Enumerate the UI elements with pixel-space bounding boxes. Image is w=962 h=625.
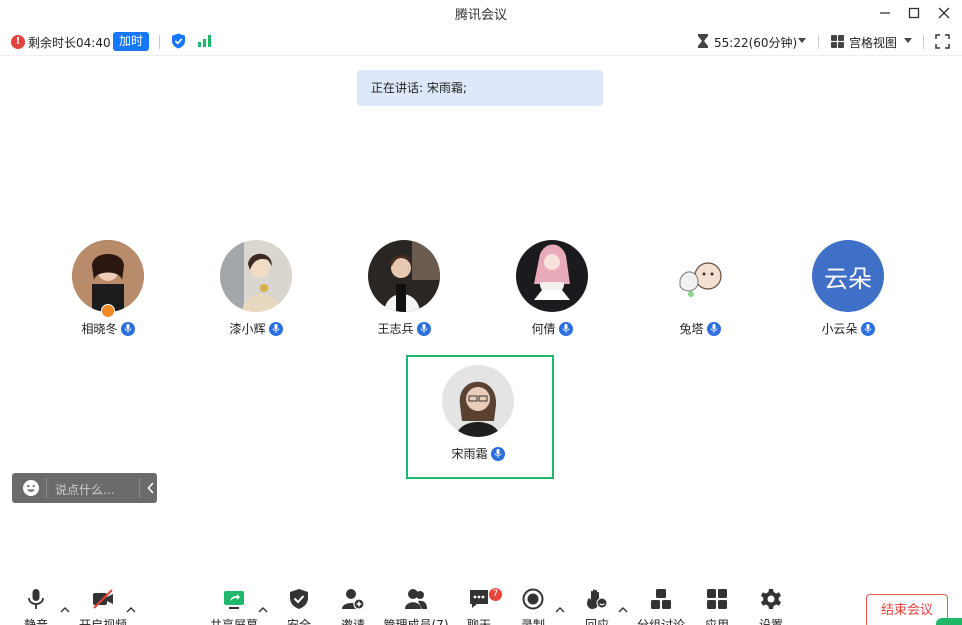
record-button[interactable]: 录制 bbox=[503, 588, 563, 625]
meeting-timer[interactable]: 55:22(60分钟) bbox=[714, 34, 797, 51]
mic-icon bbox=[416, 321, 431, 336]
participant-tile[interactable]: 宋雨霜 bbox=[418, 365, 538, 475]
apps-button[interactable]: 应用 bbox=[687, 588, 747, 625]
divider bbox=[46, 478, 47, 498]
participant-tile[interactable]: 兔塔 bbox=[640, 240, 760, 350]
collapse-icon[interactable] bbox=[147, 482, 155, 494]
minimize-button[interactable] bbox=[874, 2, 896, 24]
participant-name: 小云朵 bbox=[821, 322, 858, 336]
record-icon bbox=[522, 588, 544, 610]
chat-unread-badge: 7 bbox=[489, 588, 502, 601]
mic-icon bbox=[120, 321, 135, 336]
add-user-icon bbox=[342, 589, 364, 610]
participant-avatar bbox=[442, 365, 514, 437]
remaining-time: 剩余时长04:40 bbox=[28, 36, 111, 50]
timer-dropdown-icon[interactable] bbox=[798, 38, 806, 43]
host-badge-icon bbox=[101, 304, 115, 318]
participant-avatar bbox=[664, 240, 736, 312]
divider bbox=[818, 35, 819, 49]
participant-tile[interactable]: 漆小辉 bbox=[196, 240, 316, 350]
active-speaker-banner: 正在讲话: 宋雨霜; bbox=[357, 70, 603, 106]
participant-tile[interactable]: 云朵 小云朵 bbox=[788, 240, 908, 350]
fullscreen-icon[interactable] bbox=[935, 34, 950, 49]
participant-avatar bbox=[72, 240, 144, 312]
mute-button[interactable]: 静音 bbox=[6, 588, 66, 625]
bottom-toolbar: 静音 开启视频 共享屏幕 安全 邀请 管理成员(7) 聊天 7 录制 回应 分组… bbox=[0, 578, 962, 625]
participant-name: 相晓冬 bbox=[81, 322, 118, 336]
breakout-rooms-button[interactable]: 分组讨论 bbox=[631, 588, 691, 625]
hourglass-icon bbox=[698, 34, 708, 48]
mute-options-chevron-icon[interactable] bbox=[60, 606, 70, 614]
close-button[interactable] bbox=[933, 2, 955, 24]
shield-check-icon bbox=[290, 589, 308, 609]
raise-hand-icon bbox=[587, 589, 608, 609]
video-options-chevron-icon[interactable] bbox=[126, 606, 136, 614]
participant-avatar: 云朵 bbox=[812, 240, 884, 312]
share-screen-icon bbox=[224, 591, 244, 609]
participant-name: 宋雨霜 bbox=[451, 447, 488, 461]
emoji-icon[interactable] bbox=[22, 479, 40, 497]
share-options-chevron-icon[interactable] bbox=[258, 606, 268, 614]
video-button[interactable]: 开启视频 bbox=[73, 588, 133, 625]
members-icon bbox=[405, 589, 427, 609]
mic-icon bbox=[558, 321, 573, 336]
view-mode-selector[interactable]: 宫格视图 bbox=[849, 34, 897, 51]
breakout-icon bbox=[651, 589, 671, 609]
window-title: 腾讯会议 bbox=[454, 8, 507, 23]
participant-tile[interactable]: 相晓冬 bbox=[48, 240, 168, 350]
grid-view-icon[interactable] bbox=[831, 35, 844, 48]
mic-icon bbox=[490, 446, 505, 461]
alert-icon: ! bbox=[11, 35, 25, 49]
meeting-info-bar: ! 剩余时长04:40 加时 55:22(60分钟) 宫格视图 bbox=[0, 26, 962, 56]
gear-icon bbox=[761, 589, 781, 609]
participant-name: 何倩 bbox=[531, 322, 556, 336]
participant-avatar bbox=[220, 240, 292, 312]
quick-chat-bar[interactable]: 说点什么... bbox=[12, 473, 157, 503]
reaction-options-chevron-icon[interactable] bbox=[618, 606, 628, 614]
add-time-button[interactable]: 加时 bbox=[113, 32, 150, 51]
settings-button[interactable]: 设置 bbox=[741, 588, 801, 625]
mic-icon bbox=[706, 321, 721, 336]
manage-members-button[interactable]: 管理成员(7) bbox=[380, 588, 452, 625]
participant-avatar bbox=[368, 240, 440, 312]
participant-tile[interactable]: 何倩 bbox=[492, 240, 612, 350]
security-button[interactable]: 安全 bbox=[269, 588, 329, 625]
participant-name: 王志兵 bbox=[377, 322, 414, 336]
share-screen-button[interactable]: 共享屏幕 bbox=[204, 588, 264, 625]
participant-name: 兔塔 bbox=[679, 322, 704, 336]
title-bar: 腾讯会议 bbox=[0, 0, 962, 26]
invite-button[interactable]: 邀请 bbox=[323, 588, 383, 625]
camera-off-icon bbox=[93, 589, 113, 609]
mic-icon bbox=[268, 321, 283, 336]
maximize-button[interactable] bbox=[903, 2, 925, 24]
participant-tile[interactable]: 王志兵 bbox=[344, 240, 464, 350]
participant-name: 漆小辉 bbox=[229, 322, 266, 336]
shield-icon[interactable] bbox=[171, 33, 186, 49]
view-dropdown-icon[interactable] bbox=[904, 38, 912, 43]
avatar-text: 云朵 bbox=[824, 264, 872, 293]
divider bbox=[159, 35, 160, 49]
chat-icon bbox=[470, 590, 488, 608]
apps-grid-icon bbox=[707, 589, 727, 609]
divider bbox=[923, 35, 924, 49]
signal-icon[interactable] bbox=[198, 35, 212, 47]
chat-input[interactable]: 说点什么... bbox=[55, 481, 114, 498]
microphone-icon bbox=[28, 589, 44, 609]
mic-icon bbox=[860, 321, 875, 336]
divider bbox=[139, 478, 140, 498]
status-indicator bbox=[936, 618, 962, 625]
participant-avatar bbox=[516, 240, 588, 312]
record-options-chevron-icon[interactable] bbox=[555, 606, 565, 614]
